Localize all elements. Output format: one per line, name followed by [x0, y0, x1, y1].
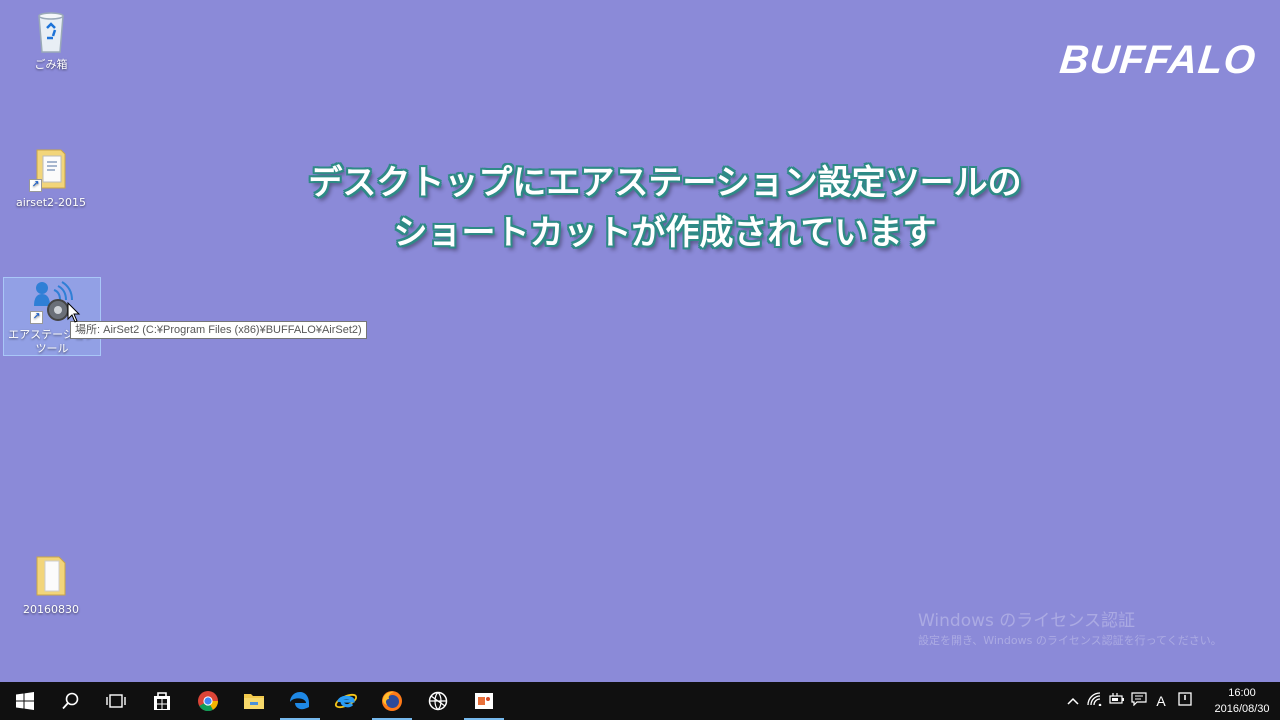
show-hidden-icons-chevron-up-icon[interactable] — [1062, 693, 1084, 709]
watermark-title: Windows のライセンス認証 — [918, 611, 1135, 631]
desktop[interactable]: ごみ箱 ↗ airset2-2015 ↗ エアステーション ツール 201608… — [0, 0, 1280, 682]
taskbar-file-explorer[interactable] — [231, 682, 277, 720]
wifi-network-icon[interactable] — [1084, 692, 1106, 710]
airstation-tool-label-line2: ツール — [35, 342, 69, 355]
shortcut-arrow-icon: ↗ — [29, 179, 42, 192]
taskbar-edge[interactable] — [277, 682, 323, 720]
buffalo-logo: BUFFALO — [1057, 38, 1259, 82]
desktop-icon-airset2-2015[interactable]: ↗ airset2-2015 — [3, 146, 99, 210]
system-tray: A — [1062, 682, 1198, 720]
mouse-cursor-icon — [67, 301, 81, 328]
taskbar-network-app[interactable] — [415, 682, 461, 720]
start-button[interactable] — [2, 682, 48, 720]
recycle-bin-icon — [27, 8, 75, 56]
firefox-icon — [382, 691, 402, 711]
caption-line-2: ショートカットが作成されています — [393, 213, 937, 253]
caption-line-1: デスクトップにエアステーション設定ツールの — [308, 163, 1022, 203]
edge-icon — [290, 692, 309, 710]
clock-time: 16:00 — [1228, 687, 1256, 699]
windows-start-icon — [16, 692, 34, 710]
chrome-icon — [198, 691, 219, 712]
watermark-subtitle: 設定を開き、Windows のライセンス認証を行ってください。 — [918, 634, 1222, 647]
taskbar: A 16:00 2016/08/30 — [0, 682, 1280, 720]
taskbar-store[interactable] — [139, 682, 185, 720]
airset2-2015-label: airset2-2015 — [15, 196, 87, 209]
store-icon — [154, 692, 170, 710]
taskbar-office-app[interactable] — [461, 682, 507, 720]
folder-shortcut-icon: ↗ — [27, 146, 75, 194]
shortcut-location-tooltip: 場所: AirSet2 (C:¥Program Files (x86)¥BUFF… — [70, 321, 367, 339]
notifications-message-icon[interactable] — [1128, 692, 1150, 710]
task-view-icon — [106, 694, 126, 708]
action-center-icon[interactable] — [1172, 692, 1198, 710]
clock-date: 2016/08/30 — [1214, 703, 1270, 715]
task-view-button[interactable] — [93, 682, 139, 720]
desktop-icon-airstation-tool[interactable]: ↗ エアステーション ツール — [3, 277, 101, 356]
search-icon — [62, 692, 79, 710]
network-globe-icon — [428, 691, 448, 711]
taskbar-internet-explorer[interactable] — [323, 682, 369, 720]
20160830-label: 20160830 — [23, 603, 79, 616]
shortcut-arrow-icon: ↗ — [30, 311, 43, 324]
internet-explorer-icon — [334, 693, 358, 709]
taskbar-chrome[interactable] — [185, 682, 231, 720]
activation-watermark: Windows のライセンス認証 設定を開き、Windows のライセンス認証を… — [918, 610, 1222, 650]
folder-icon — [27, 553, 75, 601]
taskbar-firefox[interactable] — [369, 682, 415, 720]
office-icon — [475, 693, 493, 709]
desktop-icon-recycle-bin[interactable]: ごみ箱 — [3, 8, 99, 72]
ime-mode-indicator[interactable]: A — [1150, 693, 1172, 709]
instruction-caption: デスクトップにエアステーション設定ツールの ショートカットが作成されています — [250, 158, 1080, 258]
taskbar-clock[interactable]: 16:00 2016/08/30 — [1208, 685, 1276, 717]
recycle-bin-label: ごみ箱 — [34, 58, 68, 71]
desktop-icon-20160830[interactable]: 20160830 — [3, 553, 99, 617]
battery-power-icon[interactable] — [1106, 693, 1128, 709]
search-button[interactable] — [48, 682, 94, 720]
file-explorer-icon — [244, 694, 264, 709]
